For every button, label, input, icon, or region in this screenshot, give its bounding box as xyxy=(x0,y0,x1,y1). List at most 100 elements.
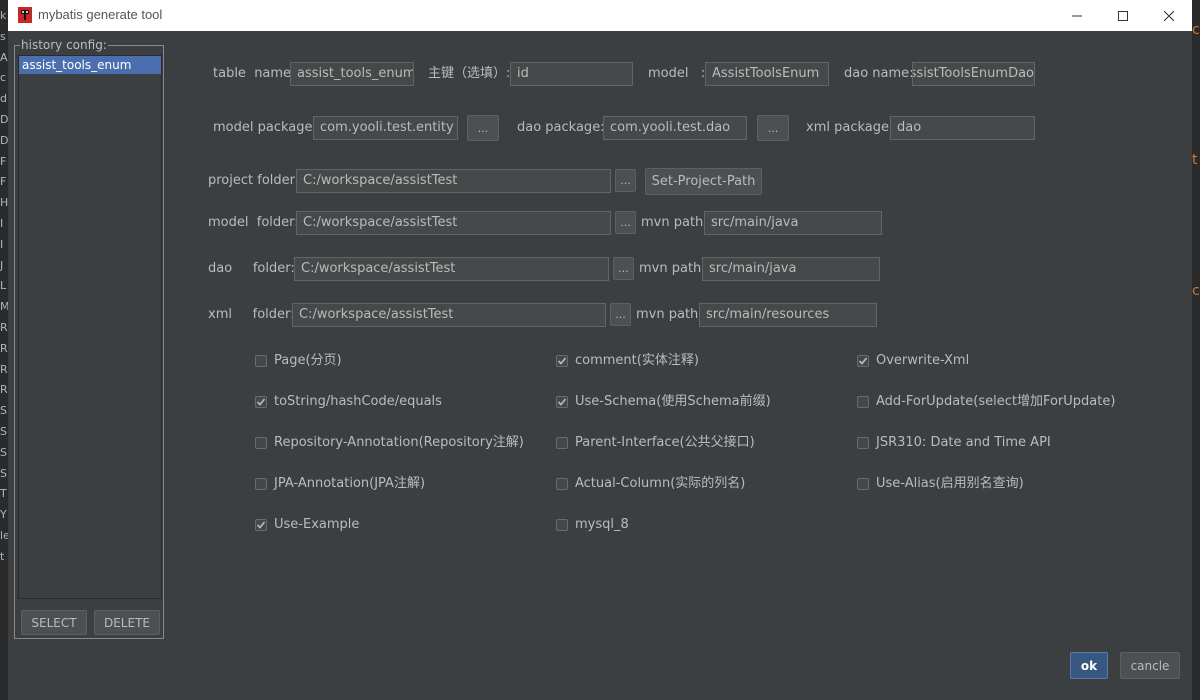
background-char: R xyxy=(0,383,8,397)
background-char: H xyxy=(0,196,8,210)
option-label[interactable]: Use-Schema(使用Schema前缀) xyxy=(575,394,771,410)
maximize-button[interactable] xyxy=(1100,0,1146,31)
app-logo-icon xyxy=(18,7,32,23)
option-label[interactable]: mysql_8 xyxy=(575,517,629,533)
model-package-input[interactable]: com.yooli.test.entity xyxy=(313,116,458,140)
xml-package-label: xml package: xyxy=(806,120,894,135)
xml-mvn-path-input[interactable]: src/main/resources xyxy=(699,303,877,327)
option-label[interactable]: Use-Alias(启用别名查询) xyxy=(876,476,1024,492)
option-checkbox[interactable] xyxy=(255,437,267,449)
dao-mvn-path-label: mvn path: xyxy=(639,261,706,276)
option-checkbox[interactable] xyxy=(857,355,869,367)
dao-folder-label: dao folder: xyxy=(208,261,295,276)
model-package-label: model package: xyxy=(213,120,317,135)
dao-folder-browse-button[interactable]: ... xyxy=(613,257,634,280)
option-label[interactable]: Parent-Interface(公共父接口) xyxy=(575,435,755,451)
model-folder-browse-button[interactable]: ... xyxy=(615,211,636,234)
background-char: R xyxy=(0,362,8,376)
minimize-icon xyxy=(1072,15,1082,16)
checkmark-icon xyxy=(557,398,567,406)
background-char: F xyxy=(0,175,7,189)
background-char: d xyxy=(0,92,7,106)
model-input[interactable]: AssistToolsEnum xyxy=(705,62,829,86)
checkmark-icon xyxy=(256,398,266,406)
background-char: A xyxy=(0,50,8,64)
dao-name-input[interactable]: AssistToolsEnumDao xyxy=(912,62,1035,86)
primary-key-label: 主键（选填）: xyxy=(428,66,511,81)
model-mvn-path-input[interactable]: src/main/java xyxy=(704,211,882,235)
window-title: mybatis generate tool xyxy=(38,7,163,22)
option-checkbox[interactable] xyxy=(857,396,869,408)
option-checkbox[interactable] xyxy=(556,478,568,490)
title-bar[interactable] xyxy=(8,0,1192,31)
xml-folder-input[interactable]: C:/workspace/assistTest xyxy=(292,303,606,327)
close-icon xyxy=(1164,10,1174,21)
option-checkbox[interactable] xyxy=(556,355,568,367)
primary-key-input[interactable]: id xyxy=(510,62,633,86)
background-char: S xyxy=(0,425,7,438)
xml-package-input[interactable]: dao xyxy=(890,116,1035,140)
option-label[interactable]: comment(实体注释) xyxy=(575,353,699,369)
minimize-button[interactable] xyxy=(1054,0,1100,31)
history-config-label: history config: xyxy=(20,38,108,52)
dao-mvn-path-input[interactable]: src/main/java xyxy=(702,257,880,281)
checkmark-icon xyxy=(557,357,567,365)
background-char: S xyxy=(0,445,7,459)
option-checkbox[interactable] xyxy=(255,478,267,490)
background-char: S xyxy=(0,404,7,418)
background-char: R xyxy=(0,321,8,334)
cancel-button[interactable]: cancle xyxy=(1120,652,1180,679)
background-char: D xyxy=(0,133,8,147)
background-char: M xyxy=(0,300,8,314)
option-checkbox[interactable] xyxy=(857,478,869,490)
option-checkbox[interactable] xyxy=(857,437,869,449)
delete-button[interactable]: DELETE xyxy=(94,610,160,635)
model-package-browse-button[interactable]: ... xyxy=(467,115,499,141)
model-mvn-path-label: mvn path: xyxy=(641,215,708,230)
select-button[interactable]: SELECT xyxy=(21,610,87,635)
history-list-item[interactable]: assist_tools_enum xyxy=(19,56,161,74)
history-list[interactable] xyxy=(18,55,162,599)
dao-package-label: dao package: xyxy=(517,120,605,135)
table-name-input[interactable]: assist_tools_enum xyxy=(290,62,414,86)
project-folder-input[interactable]: C:/workspace/assistTest xyxy=(296,169,611,193)
ok-button[interactable]: ok xyxy=(1070,652,1108,679)
set-project-path-button[interactable]: Set-Project-Path xyxy=(645,168,762,195)
dao-package-browse-button[interactable]: ... xyxy=(757,115,789,141)
project-folder-browse-button[interactable]: ... xyxy=(615,169,636,192)
background-char: Y xyxy=(0,508,7,522)
dao-package-input[interactable]: com.yooli.test.dao xyxy=(603,116,747,140)
background-char: k xyxy=(0,9,7,22)
background-editor-right xyxy=(1192,0,1200,700)
option-checkbox[interactable] xyxy=(556,437,568,449)
background-char: D xyxy=(0,113,8,126)
table-name-label: table name: xyxy=(213,66,296,81)
model-folder-label: model folder: xyxy=(208,215,299,230)
option-label[interactable]: Actual-Column(实际的列名) xyxy=(575,476,745,492)
background-editor-strip: k s Ac d D D F F H I I J L M R R R R S S S S T Yle t xyxy=(0,0,8,700)
xml-folder-browse-button[interactable]: ... xyxy=(610,303,631,326)
dao-folder-input[interactable]: C:/workspace/assistTest xyxy=(294,257,609,281)
option-label[interactable]: Overwrite-Xml xyxy=(876,353,969,369)
option-label[interactable]: Page(分页) xyxy=(274,353,342,369)
option-checkbox[interactable] xyxy=(556,519,568,531)
model-label: model : xyxy=(648,66,706,81)
background-char: I xyxy=(0,217,4,230)
xml-folder-label: xml folder: xyxy=(208,307,295,322)
option-label[interactable]: Use-Example xyxy=(274,517,359,533)
option-label[interactable]: Add-ForUpdate(select增加ForUpdate) xyxy=(876,394,1115,410)
option-checkbox[interactable] xyxy=(255,355,267,367)
background-char: le xyxy=(0,529,8,542)
option-label[interactable]: toString/hashCode/equals xyxy=(274,394,442,410)
background-char: c xyxy=(0,71,7,85)
close-button[interactable] xyxy=(1146,0,1192,31)
model-folder-input[interactable]: C:/workspace/assistTest xyxy=(296,211,611,235)
checkmark-icon xyxy=(256,521,266,529)
option-checkbox[interactable] xyxy=(556,396,568,408)
option-label[interactable]: JPA-Annotation(JPA注解) xyxy=(274,476,425,492)
option-label[interactable]: Repository-Annotation(Repository注解) xyxy=(274,435,524,451)
option-checkbox[interactable] xyxy=(255,519,267,531)
option-label[interactable]: JSR310: Date and Time API xyxy=(876,435,1051,451)
option-checkbox[interactable] xyxy=(255,396,267,408)
xml-mvn-path-label: mvn path: xyxy=(636,307,703,322)
